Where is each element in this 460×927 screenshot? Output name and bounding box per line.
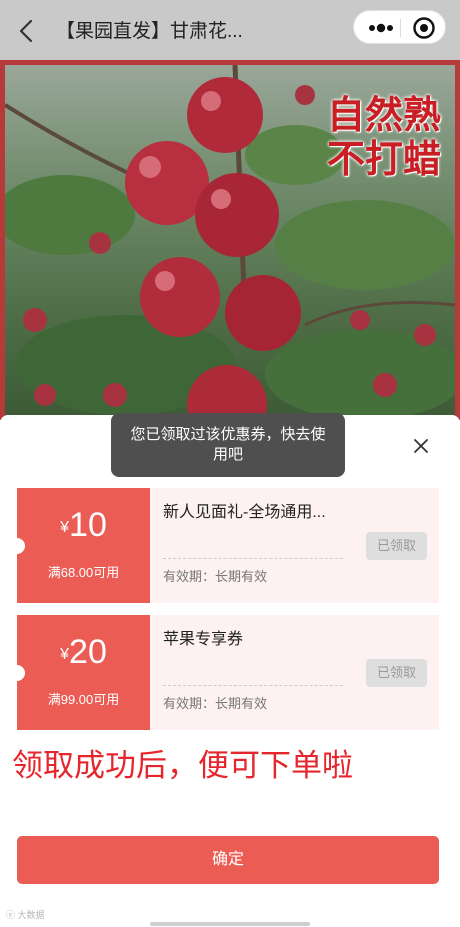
claimed-button[interactable]: 已领取 [366, 532, 427, 560]
home-indicator[interactable] [150, 922, 310, 926]
coupon-value-panel: ¥10 满68.00可用 [9, 488, 154, 603]
coupon-info-panel: 苹果专享券 有效期：长期有效 已领取 [150, 615, 439, 730]
coupon-value-panel: ¥20 满99.00可用 [9, 615, 154, 730]
watermark-logo-icon: ⓔ [6, 910, 16, 920]
close-mini-program-icon[interactable] [412, 16, 436, 40]
nav-bar: 【果园直发】甘肃花... [0, 0, 460, 60]
close-icon[interactable] [410, 435, 432, 457]
watermark: ⓔ 大数据 [6, 908, 45, 921]
slogan-line-1: 自然熟 [326, 93, 441, 137]
coupon-amount: 20 [69, 633, 107, 671]
page-title: 【果园直发】甘肃花... [56, 21, 243, 42]
coupon-divider [163, 558, 343, 559]
capsule-divider [400, 19, 401, 37]
coupon-price: ¥20 [17, 633, 150, 672]
confirm-button[interactable]: 确定 [17, 836, 439, 884]
coupon-name: 苹果专享券 [163, 631, 244, 648]
mini-program-capsule [353, 10, 446, 44]
instruction-note: 领取成功后，便可下单啦 [12, 748, 353, 783]
currency-symbol: ¥ [60, 519, 70, 536]
coupon-info-panel: 新人见面礼-全场通用... 有效期：长期有效 已领取 [150, 488, 439, 603]
coupon-divider [163, 685, 343, 686]
back-icon[interactable] [14, 18, 40, 44]
claimed-button[interactable]: 已领取 [366, 659, 427, 687]
coupon-name: 新人见面礼-全场通用... [163, 504, 326, 521]
coupon-card: ¥20 满99.00可用 苹果专享券 有效期：长期有效 已领取 [9, 615, 439, 730]
coupon-validity: 有效期：长期有效 [163, 696, 268, 711]
coupon-card: ¥10 满68.00可用 新人见面礼-全场通用... 有效期：长期有效 已领取 [9, 488, 439, 603]
more-icon[interactable] [366, 19, 396, 37]
banner-slogan: 自然熟 不打蜡 [327, 93, 441, 181]
coupon-amount: 10 [69, 506, 107, 544]
apple-tree-image: 自然熟 不打蜡 [5, 65, 455, 420]
coupon-validity: 有效期：长期有效 [163, 569, 268, 584]
currency-symbol: ¥ [60, 646, 70, 663]
coupon-condition: 满99.00可用 [47, 692, 120, 707]
slogan-line-2: 不打蜡 [326, 137, 441, 181]
watermark-text: 大数据 [17, 910, 45, 920]
toast-message: 您已领取过该优惠券，快去使用吧 [111, 413, 345, 477]
coupon-price: ¥10 [17, 506, 150, 545]
coupon-condition: 满68.00可用 [47, 565, 120, 580]
product-banner: 自然熟 不打蜡 [0, 60, 460, 420]
